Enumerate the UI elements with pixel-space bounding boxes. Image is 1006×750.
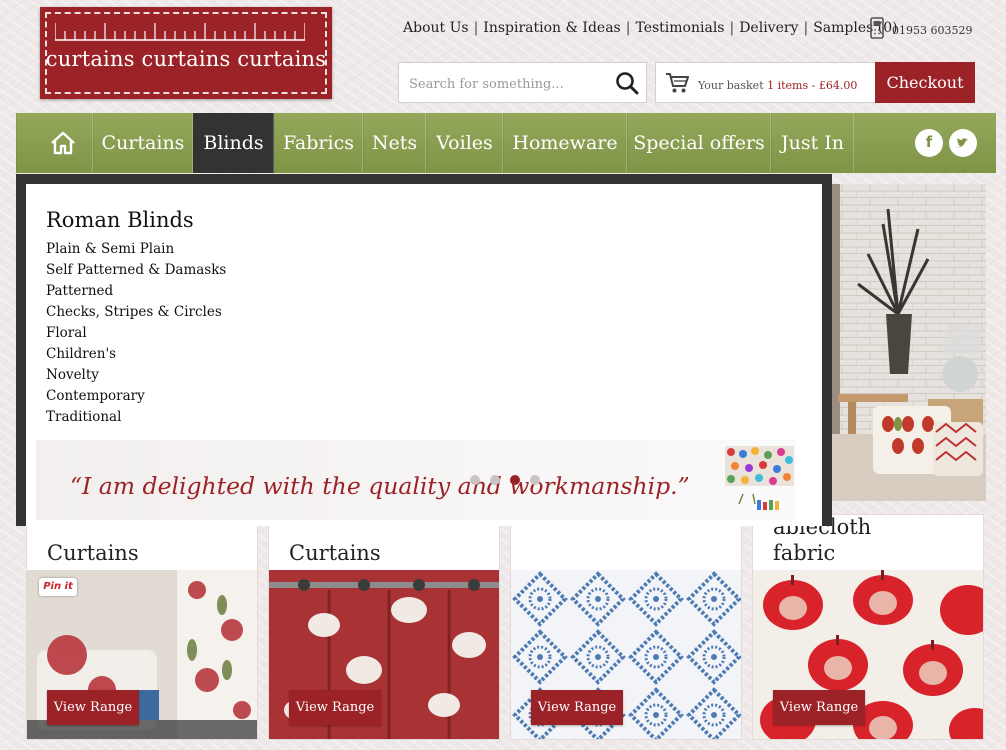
menu-item-plain[interactable]: Plain & Semi Plain — [46, 239, 226, 260]
nav-fabrics[interactable]: Fabrics — [274, 113, 363, 173]
hero-banner-image[interactable] — [828, 184, 986, 501]
facebook-icon[interactable]: f — [915, 129, 943, 157]
top-link-inspiration[interactable]: Inspiration & Ideas — [483, 20, 620, 36]
phone-number: 01953 603529 — [892, 24, 973, 37]
mega-menu-panel: Roman Blinds Plain & Semi Plain Self Pat… — [26, 184, 822, 526]
separator: | — [803, 20, 809, 36]
basket-summary[interactable]: Your basket 1 items - £64.00 — [655, 62, 876, 103]
roman-blind-thumbnail[interactable] — [723, 444, 796, 516]
nav-curtains[interactable]: Curtains — [93, 113, 193, 173]
roman-blinds-list: Plain & Semi Plain Self Patterned & Dama… — [46, 239, 226, 428]
separator: | — [729, 20, 735, 36]
search-box — [398, 62, 647, 103]
testimonial-quote: “I am delighted with the quality and wor… — [70, 472, 690, 500]
shopping-cart-icon — [666, 73, 689, 93]
top-links: About Us | Inspiration & Ideas | Testimonial… — [403, 20, 898, 36]
slider-dots — [470, 470, 550, 489]
logo-text: curtains curtains curtains — [45, 47, 327, 71]
slider-dot[interactable] — [490, 475, 500, 485]
slider-dot[interactable] — [510, 475, 520, 485]
slider-dot[interactable] — [470, 475, 480, 485]
menu-item-self-patterned[interactable]: Self Patterned & Damasks — [46, 260, 226, 281]
home-icon — [51, 131, 75, 155]
site-logo[interactable]: curtains curtains curtains — [40, 7, 332, 99]
nav-voiles[interactable]: Voiles — [426, 113, 503, 173]
slider-dot[interactable] — [530, 475, 540, 485]
separator: | — [625, 20, 631, 36]
ruler-graphic — [55, 23, 305, 41]
top-link-testimonials[interactable]: Testimonials — [635, 20, 724, 36]
nav-home[interactable] — [16, 113, 93, 173]
product-title: Curtains — [47, 541, 139, 565]
basket-label: Your basket — [698, 79, 764, 92]
product-title: Curtains — [289, 541, 381, 565]
facebook-glyph: f — [925, 133, 933, 151]
top-link-samples[interactable]: Samples (0) — [813, 20, 897, 36]
view-range-button[interactable]: View Range — [289, 690, 381, 725]
nav-homeware[interactable]: Homeware — [503, 113, 627, 173]
basket-count-total: 1 items - £64.00 — [767, 79, 858, 92]
menu-item-novelty[interactable]: Novelty — [46, 365, 226, 386]
top-link-delivery[interactable]: Delivery — [739, 20, 798, 36]
view-range-button[interactable]: View Range — [47, 690, 139, 725]
twitter-bird-icon — [956, 138, 968, 148]
search-input[interactable] — [407, 73, 606, 95]
nav-special-offers[interactable]: Special offers — [627, 113, 771, 173]
product-title: fabric — [773, 541, 836, 565]
main-nav: Curtains Blinds Fabrics Nets Voiles Home… — [16, 113, 996, 173]
blinds-mega-menu: Roman Blinds Plain & Semi Plain Self Pat… — [16, 174, 832, 526]
product-card-curtains[interactable]: Curtains Pin it View Range — [26, 514, 258, 740]
pin-it-button[interactable]: Pin it — [39, 578, 77, 596]
menu-section-title[interactable]: Roman Blinds — [46, 208, 194, 232]
nav-nets[interactable]: Nets — [363, 113, 426, 173]
nav-blinds[interactable]: Blinds — [193, 113, 274, 173]
twitter-icon[interactable] — [949, 129, 977, 157]
menu-item-childrens[interactable]: Children's — [46, 344, 226, 365]
top-link-about[interactable]: About Us — [403, 20, 469, 36]
menu-item-floral[interactable]: Floral — [46, 323, 226, 344]
checkout-button[interactable]: Checkout — [875, 62, 975, 103]
view-range-button[interactable]: View Range — [773, 690, 865, 725]
menu-item-checks-stripes[interactable]: Checks, Stripes & Circles — [46, 302, 226, 323]
nav-just-in[interactable]: Just In — [771, 113, 854, 173]
separator: | — [473, 20, 479, 36]
basket-text: Your basket 1 items - £64.00 — [698, 79, 857, 92]
menu-item-traditional[interactable]: Traditional — [46, 407, 226, 428]
product-card-tablecloth[interactable]: ablecloth fabric View Range — [752, 514, 984, 740]
view-range-button[interactable]: View Range — [531, 690, 623, 725]
product-card-curtains-2[interactable]: Curtains View Range — [268, 514, 500, 740]
product-card-nets[interactable]: View Range — [510, 514, 742, 740]
menu-item-patterned[interactable]: Patterned — [46, 281, 226, 302]
menu-item-contemporary[interactable]: Contemporary — [46, 386, 226, 407]
living-room-illustration — [828, 184, 986, 501]
phone-icon — [870, 17, 884, 39]
search-icon[interactable] — [615, 71, 639, 95]
